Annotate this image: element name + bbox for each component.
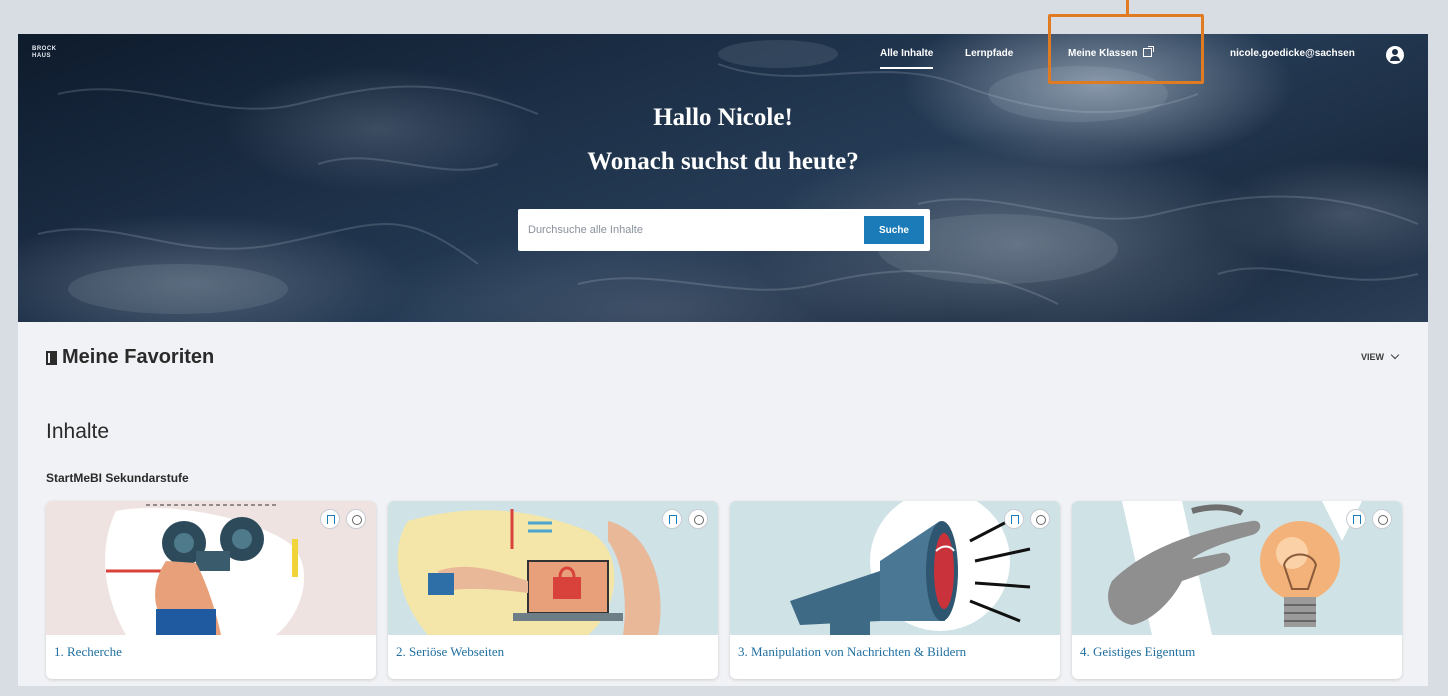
hero-banner: BROCK HAUS Alle Inhalte Lernpfade Meine … (18, 34, 1428, 322)
view-toggle-label: VIEW (1361, 352, 1385, 362)
card-actions (1004, 509, 1050, 529)
card-actions (320, 509, 366, 529)
bookmark-icon[interactable] (1004, 509, 1024, 529)
info-icon[interactable] (1030, 509, 1050, 529)
favorites-header: Meine Favoriten (46, 346, 214, 369)
card-title: 4. Geistiges Eigentum (1080, 644, 1196, 659)
app-frame: BROCK HAUS Alle Inhalte Lernpfade Meine … (18, 34, 1428, 686)
nav-link-alle-inhalte[interactable]: Alle Inhalte (880, 48, 934, 69)
bookmark-icon (46, 350, 57, 365)
info-icon[interactable] (688, 509, 708, 529)
card-row: 1. Recherche 2. Seriöse Webseiten 3. Man… (46, 501, 1406, 681)
card-actions (662, 509, 708, 529)
hero-greeting: Hallo Nicole! (653, 104, 793, 131)
section-title: Inhalte (46, 420, 110, 443)
search-input[interactable] (518, 209, 858, 251)
card-title: 3. Manipulation von Nachrichten & Bilder… (738, 644, 967, 659)
info-icon[interactable] (1372, 509, 1392, 529)
content-card-geistiges-eigentum[interactable]: 4. Geistiges Eigentum (1072, 501, 1402, 679)
external-link-icon (1143, 46, 1155, 57)
bookmark-icon[interactable] (1346, 509, 1366, 529)
favorites-title: Meine Favoriten (62, 346, 215, 368)
content-card-recherche[interactable]: 1. Recherche (46, 501, 376, 679)
content-card-serioese-webseiten[interactable]: 2. Seriöse Webseiten (388, 501, 718, 679)
content-card-manipulation[interactable]: 3. Manipulation von Nachrichten & Bilder… (730, 501, 1060, 679)
bookmark-icon[interactable] (320, 509, 340, 529)
search-button[interactable]: Suche (864, 216, 924, 244)
nav-link-meine-klassen-label: Meine Klassen (1068, 48, 1138, 59)
view-toggle-dropdown[interactable]: VIEW (1361, 350, 1400, 362)
card-title: 2. Seriöse Webseiten (396, 644, 505, 659)
card-actions (1346, 509, 1392, 529)
search-bar: Suche (518, 209, 930, 251)
hero-subtitle: Wonach suchst du heute? (587, 148, 859, 175)
card-title: 1. Recherche (54, 644, 122, 659)
collection-title: StartMeBI Sekundarstufe (46, 471, 189, 485)
info-icon[interactable] (346, 509, 366, 529)
top-navigation: Alle Inhalte Lernpfade Meine Klassen nic… (18, 44, 1428, 74)
nav-link-meine-klassen[interactable]: Meine Klassen (1068, 46, 1155, 59)
nav-link-lernpfade[interactable]: Lernpfade (965, 48, 1013, 59)
user-icon[interactable] (1386, 46, 1404, 64)
user-account-link[interactable]: nicole.goedicke@sachsen (1230, 48, 1355, 59)
chevron-down-icon (1390, 350, 1400, 360)
bookmark-icon[interactable] (662, 509, 682, 529)
callout-connector (1126, 0, 1129, 14)
